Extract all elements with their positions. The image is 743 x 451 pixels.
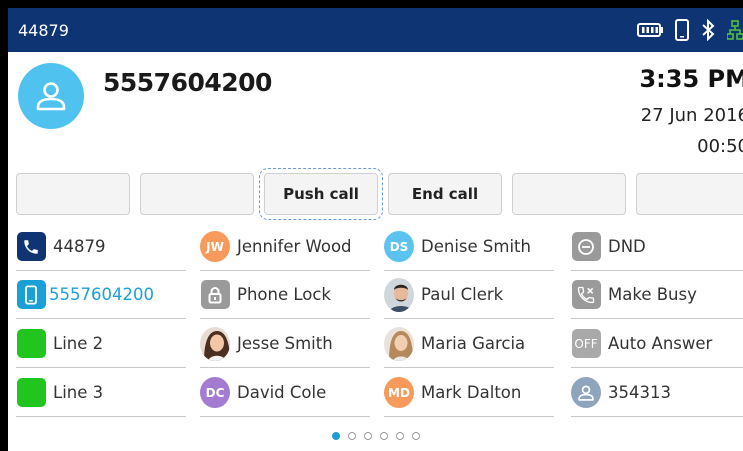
end-call-button[interactable]: End call bbox=[388, 173, 502, 215]
contact-photo bbox=[384, 326, 414, 361]
key-line-1[interactable]: 44879 bbox=[16, 223, 186, 271]
key-maria-garcia[interactable]: Maria Garcia bbox=[384, 320, 554, 368]
screen-frame: 44879 5557604200 3:35 PM 27 Jun 2016 00:… bbox=[0, 0, 743, 451]
status-bar: 44879 bbox=[8, 8, 743, 52]
key-denise-smith[interactable]: DS Denise Smith bbox=[384, 223, 554, 271]
key-make-busy[interactable]: Make Busy bbox=[571, 271, 743, 319]
contact-initials-icon: DS bbox=[384, 231, 414, 262]
page-dot[interactable] bbox=[395, 432, 404, 440]
page-dot[interactable] bbox=[411, 432, 420, 440]
contact-photo bbox=[384, 277, 414, 312]
status-icons bbox=[637, 8, 743, 52]
line-status-icon bbox=[16, 378, 46, 407]
key-jesse-smith[interactable]: Jesse Smith bbox=[200, 320, 370, 368]
bluetooth-icon bbox=[701, 19, 715, 41]
key-line-mobile[interactable]: 5557604200 bbox=[16, 271, 186, 319]
contact-initials-icon: JW bbox=[200, 231, 230, 262]
key-phone-lock[interactable]: Phone Lock bbox=[200, 271, 370, 319]
key-label: 44879 bbox=[53, 237, 106, 256]
contact-photo bbox=[200, 326, 230, 361]
make-busy-icon bbox=[571, 280, 601, 309]
key-label: Maria Garcia bbox=[421, 334, 526, 353]
lock-icon bbox=[200, 280, 230, 309]
key-jennifer-wood[interactable]: JW Jennifer Wood bbox=[200, 223, 370, 271]
key-dnd[interactable]: DND bbox=[571, 223, 743, 271]
key-354313[interactable]: 354313 bbox=[571, 369, 743, 417]
page-indicator bbox=[8, 432, 743, 440]
key-label: Line 2 bbox=[53, 334, 104, 353]
softkey-6[interactable] bbox=[636, 173, 743, 215]
key-label: Denise Smith bbox=[421, 237, 531, 256]
key-mark-dalton[interactable]: MD Mark Dalton bbox=[384, 369, 554, 417]
key-label: Jesse Smith bbox=[237, 334, 333, 353]
mobile-phone-icon bbox=[675, 19, 689, 41]
push-call-button[interactable]: Push call bbox=[259, 168, 383, 220]
mobile-phone-icon bbox=[16, 280, 46, 309]
key-label: DND bbox=[608, 237, 646, 256]
phone-screen: 44879 5557604200 3:35 PM 27 Jun 2016 00:… bbox=[8, 8, 743, 451]
key-label: David Cole bbox=[237, 383, 327, 402]
softkey-1[interactable] bbox=[16, 173, 130, 215]
key-line-3[interactable]: Line 3 bbox=[16, 369, 186, 417]
key-label: Auto Answer bbox=[608, 334, 713, 353]
caller-avatar bbox=[18, 63, 84, 129]
key-david-cole[interactable]: DC David Cole bbox=[200, 369, 370, 417]
call-duration: 00:50 bbox=[697, 136, 743, 157]
key-label: 5557604200 bbox=[49, 285, 154, 304]
key-label: Paul Clerk bbox=[421, 285, 504, 304]
page-dot[interactable] bbox=[379, 432, 388, 440]
softkey-5[interactable] bbox=[512, 173, 626, 215]
key-label: Line 3 bbox=[53, 383, 104, 402]
extension-number: 44879 bbox=[18, 21, 69, 40]
person-icon bbox=[36, 82, 66, 111]
key-auto-answer[interactable]: OFF Auto Answer bbox=[571, 320, 743, 368]
line-status-icon bbox=[16, 329, 46, 358]
key-paul-clerk[interactable]: Paul Clerk bbox=[384, 271, 554, 319]
key-label: Jennifer Wood bbox=[237, 237, 352, 256]
contact-icon bbox=[571, 377, 601, 408]
contact-initials-icon: MD bbox=[384, 377, 414, 408]
call-time: 3:35 PM bbox=[639, 65, 743, 93]
page-dot[interactable] bbox=[347, 432, 356, 440]
page-dot[interactable] bbox=[363, 432, 372, 440]
off-badge-icon: OFF bbox=[571, 329, 601, 358]
page-dot[interactable] bbox=[331, 432, 340, 440]
call-date: 27 Jun 2016 bbox=[640, 105, 743, 126]
contact-initials-icon: DC bbox=[200, 377, 230, 408]
softkey-2[interactable] bbox=[140, 173, 254, 215]
key-label: Mark Dalton bbox=[421, 383, 522, 402]
caller-number: 5557604200 bbox=[103, 68, 272, 97]
key-label: 354313 bbox=[608, 383, 671, 402]
key-label: Make Busy bbox=[608, 285, 697, 304]
network-icon bbox=[727, 19, 743, 41]
battery-icon bbox=[637, 23, 663, 37]
do-not-disturb-icon bbox=[571, 232, 601, 261]
key-label: Phone Lock bbox=[237, 285, 331, 304]
phone-icon bbox=[16, 232, 46, 261]
key-line-2[interactable]: Line 2 bbox=[16, 320, 186, 368]
